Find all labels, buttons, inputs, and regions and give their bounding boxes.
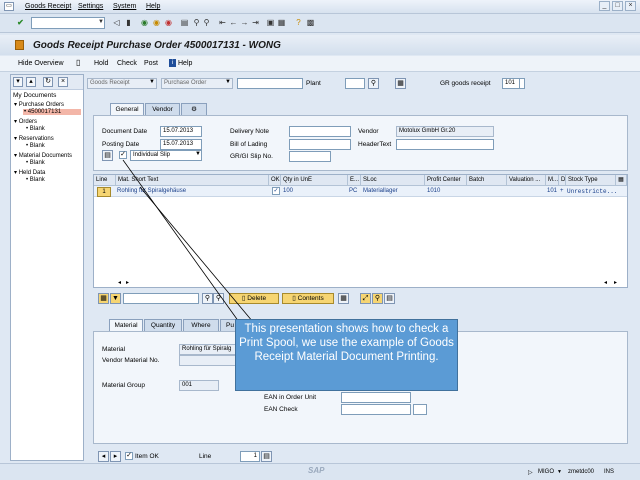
callout-line-print [122,159,240,323]
chevron-down-icon[interactable]: ▼ [557,469,562,475]
status-expand-icon[interactable]: ▷ [528,469,533,476]
callout-line-item [139,186,254,323]
sap-logo: SAP [308,466,325,475]
input-mode[interactable]: INS [604,469,614,475]
server-name: zmetdc00 [568,469,595,475]
status-bar: SAP ▷ MIGO ▼ zmetdc00 INS [0,463,640,480]
transaction-code: MIGO [538,469,554,475]
callout-pointer [122,159,254,323]
callout-box: This presentation shows how to check a P… [235,319,458,391]
